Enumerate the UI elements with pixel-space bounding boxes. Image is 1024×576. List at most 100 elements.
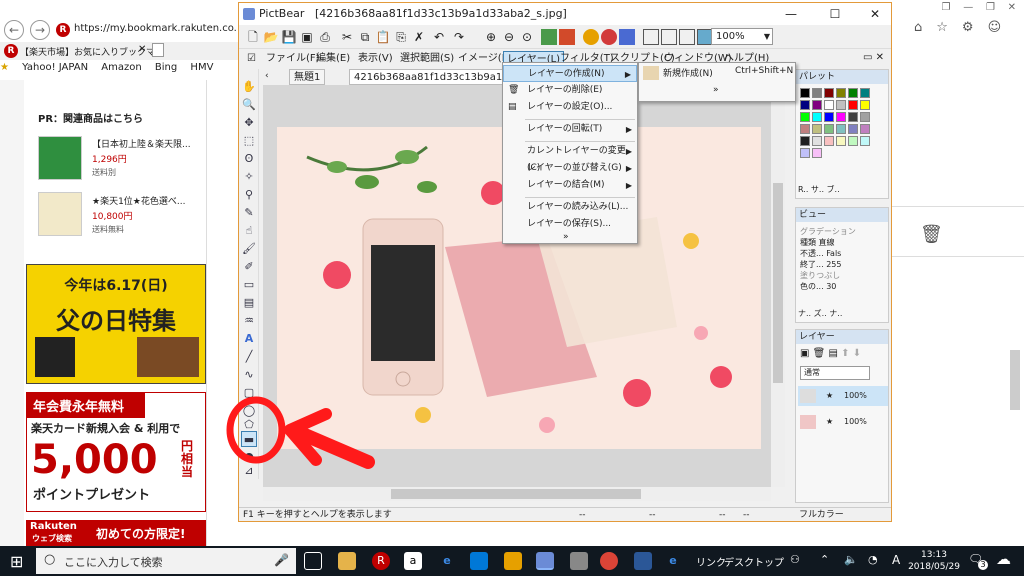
property-row[interactable]: 不透... Fals	[800, 248, 872, 259]
image-icon[interactable]	[541, 29, 557, 45]
rakuten-search-banner[interactable]: Rakuten ウェブ検索 初めての方限定!	[26, 520, 206, 546]
menu-item-reorder[interactable]: レイヤーの並び替え(G) ▶	[503, 160, 637, 177]
menu-edit[interactable]: 編集(E)	[313, 51, 353, 67]
color-swatch[interactable]	[800, 100, 810, 110]
brush-icon[interactable]: 🖌	[241, 241, 257, 257]
smudge-icon[interactable]: ☝	[241, 223, 257, 239]
close-button[interactable]: ✕	[855, 3, 895, 25]
redo-icon[interactable]: ↷	[451, 29, 467, 45]
color-swatch[interactable]	[836, 100, 846, 110]
color-swatch[interactable]	[824, 88, 834, 98]
store-icon[interactable]	[470, 552, 488, 570]
weather-icon[interactable]: ☁	[996, 550, 1011, 568]
color-swatch[interactable]	[860, 112, 870, 122]
menu-expand[interactable]: »	[503, 230, 637, 244]
paste-icon[interactable]: 📋	[375, 29, 391, 45]
doc-tab[interactable]: 無題1	[289, 69, 326, 85]
window-icon[interactable]	[643, 29, 659, 45]
color-swatch[interactable]	[800, 136, 810, 146]
property-row[interactable]: 終了... 255	[800, 259, 872, 270]
color-swatch[interactable]	[812, 136, 822, 146]
layer-row[interactable]: ★ 100%	[798, 412, 888, 432]
color-swatch[interactable]	[824, 112, 834, 122]
favorites-star-icon[interactable]: ★	[0, 62, 9, 73]
menu-item-delete-layer[interactable]: 🗑 レイヤーの削除(E)	[503, 82, 637, 99]
color-swatch[interactable]	[848, 88, 858, 98]
color-swatch[interactable]	[860, 136, 870, 146]
cut-icon[interactable]: ✂	[339, 29, 355, 45]
fathers-day-banner[interactable]: 今年は6.17(日) 父の日特集	[26, 264, 206, 384]
color-swatch[interactable]	[848, 112, 858, 122]
app-icon[interactable]	[634, 552, 652, 570]
color-swatch[interactable]	[836, 136, 846, 146]
line-icon[interactable]: ╱	[241, 349, 257, 365]
volume-icon[interactable]: 🔈	[844, 553, 858, 566]
home-icon[interactable]: ⌂	[914, 20, 922, 35]
ime-indicator[interactable]: A	[892, 553, 900, 567]
page-scrollbar[interactable]	[1010, 350, 1020, 410]
color-swatch[interactable]	[836, 88, 846, 98]
layer-down-icon[interactable]: ⬇	[853, 348, 861, 359]
menu-item-change-current[interactable]: カレントレイヤーの変更(C) ▶	[503, 143, 637, 173]
eyedropper-icon[interactable]: ⚲	[241, 187, 257, 203]
menu-item-merge[interactable]: レイヤーの結合(M) ▶	[503, 177, 637, 194]
color-swatch[interactable]	[848, 100, 858, 110]
checkbox-icon[interactable]: ☑	[247, 53, 256, 64]
browser-window-controls[interactable]: ❐ — ❐ ✕	[942, 2, 1016, 13]
app-icon[interactable]	[570, 552, 588, 570]
menu-item-load-layer[interactable]: レイヤーの読み込み(L)...	[503, 199, 637, 216]
property-row[interactable]: 色の... 30	[800, 281, 872, 292]
filter-icon[interactable]	[583, 29, 599, 45]
rakuten-card-banner[interactable]: 年会費永年無料 楽天カード新規入会 & 利用で 5,000 円相当 ポイントプレ…	[26, 392, 206, 512]
ie-icon[interactable]: e	[664, 552, 682, 570]
color-swatch[interactable]	[860, 88, 870, 98]
clear-icon[interactable]: ✗	[411, 29, 427, 45]
print-icon[interactable]: ⎙	[317, 29, 333, 45]
canvas-vscroll[interactable]	[771, 87, 785, 487]
favorite-link[interactable]: Amazon	[101, 62, 141, 73]
image-mode-icon[interactable]	[559, 29, 575, 45]
move-icon[interactable]: ✥	[241, 115, 257, 131]
back-icon[interactable]: ←	[4, 20, 24, 40]
zoom-select[interactable]: 100% ▼	[711, 28, 773, 45]
palette-tab[interactable]: ブ..	[827, 185, 840, 194]
menu-view[interactable]: 表示(V)	[355, 51, 396, 67]
tray-chevron-icon[interactable]: ⌃	[820, 553, 829, 566]
magic-wand-icon[interactable]: ✧	[241, 169, 257, 185]
color-swatch[interactable]	[812, 124, 822, 134]
edge-icon[interactable]: e	[438, 552, 456, 570]
network-icon[interactable]: ◔	[868, 553, 878, 566]
product-item[interactable]	[38, 136, 82, 180]
palette-tab[interactable]: R..	[798, 185, 808, 194]
favorite-link[interactable]: HMV	[190, 62, 213, 73]
save-icon[interactable]: 💾	[281, 29, 297, 45]
smiley-icon[interactable]: ☺	[988, 20, 1002, 35]
product-title[interactable]: 【日本初上陸＆楽天限...	[92, 137, 204, 150]
rect-select-icon[interactable]: ⬚	[241, 133, 257, 149]
amazon-icon[interactable]: a	[404, 552, 422, 570]
color-icon[interactable]	[601, 29, 617, 45]
airbrush-icon[interactable]: ✐	[241, 259, 257, 275]
layer-icon[interactable]	[619, 29, 635, 45]
app-icon[interactable]	[504, 552, 522, 570]
save-all-icon[interactable]: ▣	[299, 29, 315, 45]
maximize-button[interactable]: ☐	[815, 3, 855, 25]
desktop-toolbar[interactable]: デスクトップ	[724, 554, 784, 569]
color-swatch[interactable]	[824, 136, 834, 146]
color-swatch[interactable]	[812, 148, 822, 158]
color-swatch[interactable]	[800, 148, 810, 158]
property-row[interactable]: 種類 直線	[800, 237, 872, 248]
task-view-icon[interactable]	[304, 552, 322, 570]
text-icon[interactable]: A	[241, 331, 257, 347]
view-tab[interactable]: ナ..	[798, 309, 811, 318]
layer-settings-icon[interactable]: ▤	[829, 348, 838, 359]
favorite-link[interactable]: Bing	[155, 62, 177, 73]
tab-scroll-left-icon[interactable]: ‹	[265, 71, 269, 81]
hscroll-thumb[interactable]	[391, 489, 641, 499]
hand-icon[interactable]: ✋	[241, 79, 257, 95]
paste-new-icon[interactable]: ⎘	[393, 29, 409, 45]
start-icon[interactable]: ⊞	[10, 552, 23, 571]
color-swatch[interactable]	[812, 100, 822, 110]
color-swatch[interactable]	[824, 100, 834, 110]
new-layer-icon[interactable]: ▣	[800, 348, 809, 359]
